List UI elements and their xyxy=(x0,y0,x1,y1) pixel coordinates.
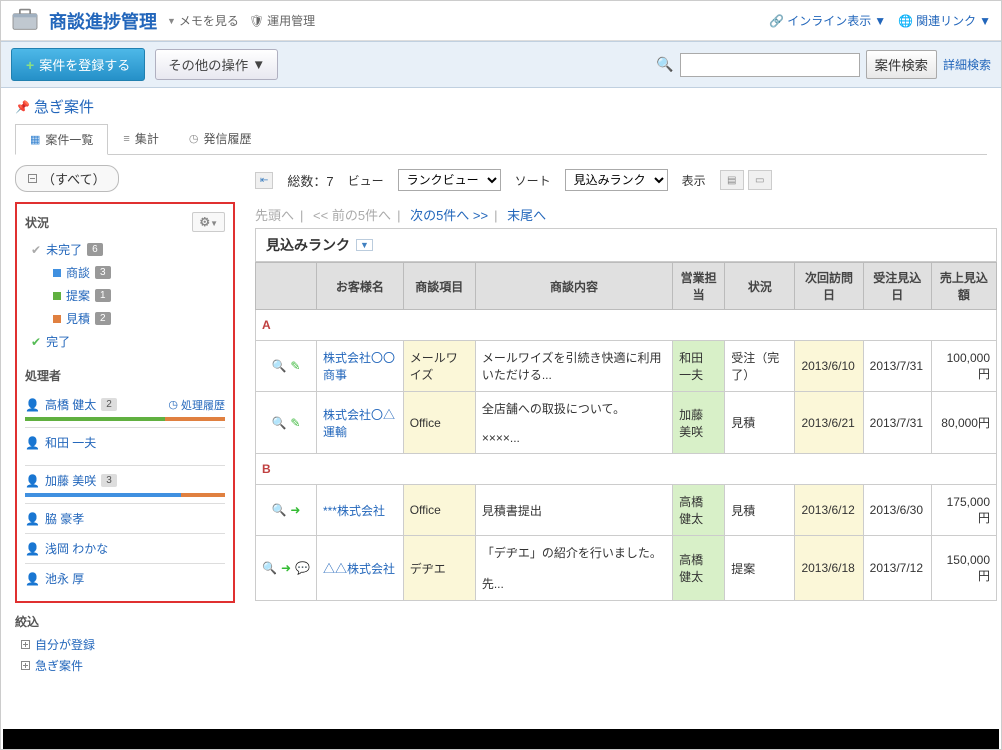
bullet-icon xyxy=(53,269,61,277)
gear-button[interactable]: ⚙▼ xyxy=(192,212,225,232)
urgent-title: 📌 急ぎ案件 xyxy=(15,96,94,117)
bullet-icon xyxy=(53,292,61,300)
pin-icon: 📌 xyxy=(15,100,30,114)
user-row[interactable]: 👤池永 厚 xyxy=(25,564,225,593)
expand-icon xyxy=(21,640,30,649)
table-row: 🔍✎ 株式会社〇△運輸 Office 全店舗への取扱について。 ××××... … xyxy=(256,392,997,454)
customer-link[interactable]: △△株式会社 xyxy=(316,536,403,601)
view-mode-1[interactable]: ▤ xyxy=(720,170,744,190)
person-icon: 👤 xyxy=(25,474,40,488)
table-header: お客様名 商談項目 商談内容 営業担当 状況 次回訪問日 受注見込日 売上見込額 xyxy=(256,263,997,310)
search-button[interactable]: 案件検索 xyxy=(866,50,937,79)
handler-heading: 処理者 xyxy=(25,367,61,384)
related-link[interactable]: 🌐関連リンク▼ xyxy=(898,12,991,29)
clock-icon: ◷ xyxy=(168,398,178,411)
shield-icon: 🛡 xyxy=(249,14,264,28)
view-label: ビュー xyxy=(348,172,384,189)
history-icon: ◷ xyxy=(189,132,199,145)
view-select[interactable]: ランクビュー xyxy=(398,169,501,191)
rank-group-b: B xyxy=(256,454,997,485)
forward-icon[interactable]: ➜ xyxy=(281,561,291,575)
table-row: 🔍➜💬 △△株式会社 デヂエ 「デヂエ」の紹介を行いました。 先... 高橋 健… xyxy=(256,536,997,601)
register-button[interactable]: + 案件を登録する xyxy=(11,48,145,81)
user-row[interactable]: 👤 高橋 健太 2 ◷処理履歴 xyxy=(25,390,225,428)
user-row[interactable]: 👤加藤 美咲3 xyxy=(25,466,225,504)
status-incomplete[interactable]: ✔ 未完了 6 xyxy=(25,238,225,261)
user-row[interactable]: 👤浅岡 わかな xyxy=(25,534,225,564)
link-icon: 🔗 xyxy=(769,14,784,28)
grid-icon: ▦ xyxy=(30,133,40,146)
edit-icon[interactable]: ✎ xyxy=(290,359,300,373)
refine-urgent[interactable]: 急ぎ案件 xyxy=(15,655,235,676)
filter-all-button[interactable]: （すべて） xyxy=(15,165,119,192)
view-mode-2[interactable]: ▭ xyxy=(748,170,772,190)
expand-icon xyxy=(21,661,30,670)
detail-icon[interactable]: 🔍 xyxy=(271,359,286,373)
collapse-icon xyxy=(28,174,37,183)
sort-label: ソート xyxy=(515,172,551,189)
rank-group-a: A xyxy=(256,310,997,341)
detail-icon[interactable]: 🔍 xyxy=(271,503,286,517)
sidebar-filter-box: 状況 ⚙▼ ✔ 未完了 6 商談 3 提案 xyxy=(15,202,235,603)
refine-self[interactable]: 自分が登録 xyxy=(15,634,235,655)
person-icon: 👤 xyxy=(25,398,40,412)
rank-title: 見込みランク ▼ xyxy=(255,228,997,262)
forward-icon[interactable]: ➜ xyxy=(290,503,300,517)
pager-last[interactable]: 末尾へ xyxy=(507,208,546,223)
search-icon: 🔍 xyxy=(656,56,673,73)
total-count: 総数：7 xyxy=(287,171,333,190)
bullet-icon xyxy=(53,315,61,323)
detail-search-link[interactable]: 詳細検索 xyxy=(943,56,991,73)
proc-history-link[interactable]: ◷処理履歴 xyxy=(168,397,225,413)
pager-next[interactable]: 次の5件へ >> xyxy=(410,208,488,223)
detail-icon[interactable]: 🔍 xyxy=(262,561,277,575)
status-heading: 状況 xyxy=(25,214,49,231)
briefcase-icon xyxy=(11,7,39,34)
status-proposal[interactable]: 提案 1 xyxy=(47,284,225,307)
status-negotiation[interactable]: 商談 3 xyxy=(47,261,225,284)
person-icon: 👤 xyxy=(25,436,40,450)
app-title: 商談進捗管理 xyxy=(49,8,157,34)
person-icon: 👤 xyxy=(25,512,40,526)
status-complete[interactable]: ✔ 完了 xyxy=(25,330,225,353)
person-icon: 👤 xyxy=(25,542,40,556)
other-ops-button[interactable]: その他の操作▼ xyxy=(155,49,278,80)
comment-icon[interactable]: 💬 xyxy=(295,561,310,575)
user-row[interactable]: 👤脇 豪孝 xyxy=(25,504,225,534)
customer-link[interactable]: 株式会社〇〇商事 xyxy=(316,341,403,392)
user-row[interactable]: 👤和田 一夫 xyxy=(25,428,225,466)
table-row: 🔍✎ 株式会社〇〇商事 メールワイズ メールワイズを引続き快適に利用いただける.… xyxy=(256,341,997,392)
customer-link[interactable]: 株式会社〇△運輸 xyxy=(316,392,403,454)
footer-bar xyxy=(3,729,999,749)
check-icon: ✔ xyxy=(31,243,41,257)
detail-icon[interactable]: 🔍 xyxy=(271,416,286,430)
inline-display-link[interactable]: 🔗インライン表示▼ xyxy=(769,12,886,29)
search-input[interactable] xyxy=(680,53,860,77)
tab-history[interactable]: ◷ 発信履歴 xyxy=(174,123,267,154)
globe-icon: 🌐 xyxy=(898,14,913,28)
tab-aggregate[interactable]: ≡ 集計 xyxy=(108,123,173,154)
dropdown-icon[interactable]: ▼ xyxy=(356,239,373,251)
customer-link[interactable]: ***株式会社 xyxy=(316,485,403,536)
sort-select[interactable]: 見込みランク xyxy=(565,169,668,191)
table-row: 🔍➜ ***株式会社 Office 見積書提出 高橋 健太 見積 2013/6/… xyxy=(256,485,997,536)
status-estimate[interactable]: 見積 2 xyxy=(47,307,225,330)
person-icon: 👤 xyxy=(25,572,40,586)
memo-link[interactable]: ▼メモを見る xyxy=(167,12,239,29)
admin-link[interactable]: 🛡 運用管理 xyxy=(249,12,315,29)
bars-icon: ≡ xyxy=(123,133,129,145)
display-label: 表示 xyxy=(682,172,706,189)
refine-heading: 絞込 xyxy=(15,613,235,630)
edit-icon[interactable]: ✎ xyxy=(290,416,300,430)
pager: 先頭へ| << 前の5件へ| 次の5件へ >>| 末尾へ xyxy=(255,201,997,228)
plus-icon: + xyxy=(26,57,34,73)
check-icon: ✔ xyxy=(31,335,41,349)
data-table: お客様名 商談項目 商談内容 営業担当 状況 次回訪問日 受注見込日 売上見込額… xyxy=(255,262,997,601)
home-button[interactable]: ⇤ xyxy=(255,172,273,189)
tab-list[interactable]: ▦ 案件一覧 xyxy=(15,124,108,155)
